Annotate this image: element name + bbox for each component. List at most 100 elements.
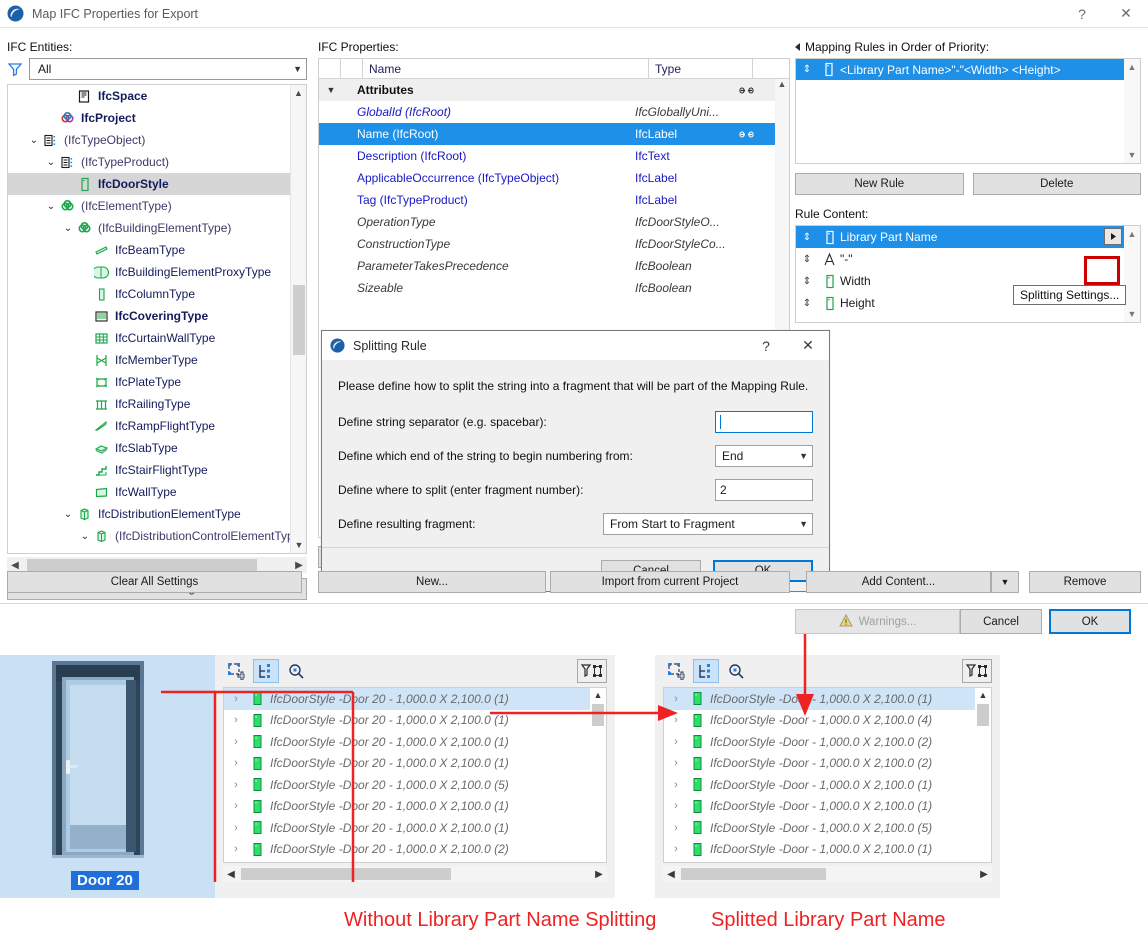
chevron-right-icon[interactable]: › <box>224 779 248 791</box>
scrollbar-thumb[interactable] <box>977 704 989 726</box>
drag-handle-icon[interactable]: ⇕ <box>796 232 818 243</box>
tree-row[interactable]: ⌄ (IfcDistributionControlElementType) <box>8 525 290 547</box>
ok-button[interactable]: OK <box>1049 609 1131 634</box>
delete-rule-button[interactable]: Delete <box>972 173 1141 195</box>
tree-vertical-scrollbar[interactable]: ▲ ▼ <box>290 85 306 553</box>
list-item[interactable]: › IfcDoorStyle - Door - 1,000.0 X 2,100.0… <box>664 710 975 732</box>
scroll-up-arrow-icon[interactable]: ▲ <box>1124 226 1140 242</box>
table-row[interactable]: ApplicableOccurrence (IfcTypeObject) IfcL… <box>319 167 775 189</box>
table-row[interactable]: Name (IfcRoot) IfcLabel <box>319 123 775 145</box>
column-header-type[interactable]: Type <box>649 59 753 78</box>
link-icon[interactable] <box>739 83 775 98</box>
mapping-rule-row[interactable]: ⇕ <Library Part Name>"-"<Width> <Height> <box>796 59 1124 80</box>
scroll-left-arrow-icon[interactable]: ◀ <box>663 869 679 880</box>
chevron-right-icon[interactable]: › <box>664 693 688 705</box>
table-row[interactable]: ▼ Attributes <box>319 79 775 101</box>
column-header-name[interactable]: Name <box>363 59 649 78</box>
scroll-up-arrow-icon[interactable]: ▲ <box>291 85 306 101</box>
remove-button[interactable]: Remove <box>1029 571 1141 593</box>
dialog-help-button[interactable]: ? <box>745 331 787 360</box>
rule-content-row[interactable]: ⇕ "-" <box>796 248 1126 270</box>
list-item[interactable]: › IfcDoorStyle - Door - 1,000.0 X 2,100.0… <box>664 817 975 839</box>
dialog-close-button[interactable]: ✕ <box>787 331 829 360</box>
right-element-list[interactable]: › IfcDoorStyle - Door - 1,000.0 X 2,100.0… <box>663 687 992 863</box>
separator-input[interactable] <box>715 411 813 433</box>
new-button[interactable]: New... <box>318 571 546 593</box>
chevron-down-icon[interactable]: ⌄ <box>44 201 58 212</box>
filter-criteria-icon[interactable] <box>962 659 992 683</box>
rule-content-list[interactable]: ⇕ Library Part Name ⇕ "-" ⇕ Width ⇕ Height ▲ ▼ <box>795 225 1141 323</box>
scroll-up-arrow-icon[interactable]: ▲ <box>1124 59 1140 75</box>
tree-row[interactable]: ⌄ (IfcElementType) <box>8 195 290 217</box>
scroll-down-arrow-icon[interactable]: ▼ <box>291 537 306 553</box>
tree-row[interactable]: IfcPlateType <box>8 371 290 393</box>
tree-row[interactable]: IfcProject <box>8 107 290 129</box>
mapping-rules-list[interactable]: ⇕ <Library Part Name>"-"<Width> <Height> … <box>795 58 1141 164</box>
chevron-down-icon[interactable]: ⌄ <box>78 531 92 542</box>
tree-row[interactable]: IfcSpace <box>8 85 290 107</box>
chevron-right-icon[interactable]: › <box>664 800 688 812</box>
left-list-hscrollbar[interactable]: ◀ ▶ <box>223 866 607 882</box>
scroll-up-arrow-icon[interactable]: ▲ <box>590 688 606 702</box>
import-from-current-project-button[interactable]: Import from current Project <box>550 571 790 593</box>
resulting-fragment-select[interactable]: From Start to Fragment ▼ <box>603 513 813 535</box>
splitting-settings-button[interactable] <box>1104 228 1122 245</box>
tree-row[interactable]: IfcWallType <box>8 481 290 503</box>
table-row[interactable]: ConstructionType IfcDoorStyleCo... <box>319 233 775 255</box>
ifc-entities-tree[interactable]: IfcSpace IfcProject ⌄ (IfcTypeObject) ⌄ (IfcT… <box>7 84 307 554</box>
chevron-down-icon[interactable]: ⌄ <box>61 509 75 520</box>
chevron-right-icon[interactable]: › <box>664 714 688 726</box>
chevron-down-icon[interactable]: ⌄ <box>61 223 75 234</box>
chevron-down-icon[interactable]: ⌄ <box>27 135 41 146</box>
list-item[interactable]: › IfcDoorStyle - Door - 1,000.0 X 2,100.0… <box>664 688 975 710</box>
chevron-right-icon[interactable]: › <box>224 800 248 812</box>
right-list-scrollbar[interactable]: ▲ <box>975 688 991 862</box>
list-item[interactable]: › IfcDoorStyle - Door - 1,000.0 X 2,100.0… <box>664 731 975 753</box>
table-row[interactable]: Tag (IfcTypeProduct) IfcLabel <box>319 189 775 211</box>
collapse-left-icon[interactable] <box>795 43 800 51</box>
hscroll-thumb[interactable] <box>681 868 826 880</box>
chevron-right-icon[interactable]: › <box>664 843 688 855</box>
chevron-right-icon[interactable]: › <box>224 843 248 855</box>
list-item[interactable]: › IfcDoorStyle - Door - 1,000.0 X 2,100.0… <box>664 753 975 775</box>
entities-filter-combo[interactable]: All ▼ <box>29 58 307 80</box>
rules-vertical-scrollbar[interactable]: ▲ ▼ <box>1124 59 1140 163</box>
tree-row[interactable]: IfcSlabType <box>8 437 290 459</box>
search-icon[interactable] <box>723 659 749 683</box>
drag-handle-icon[interactable]: ⇕ <box>796 276 818 287</box>
hscroll-track[interactable] <box>679 867 976 881</box>
tree-row[interactable]: IfcColumnType <box>8 283 290 305</box>
new-rule-button[interactable]: New Rule <box>795 173 964 195</box>
tree-row[interactable]: IfcRampFlightType <box>8 415 290 437</box>
tree-row[interactable]: ⌄ IfcDistributionElementType <box>8 503 290 525</box>
scrollbar-thumb[interactable] <box>293 285 305 355</box>
add-selection-icon[interactable] <box>663 659 689 683</box>
scroll-down-arrow-icon[interactable]: ▼ <box>1124 306 1140 322</box>
add-selection-icon[interactable] <box>223 659 249 683</box>
rule-content-scrollbar[interactable]: ▲ ▼ <box>1124 226 1140 322</box>
list-item[interactable]: › IfcDoorStyle - Door 20 - 1,000.0 X 2,10… <box>224 774 590 796</box>
drag-handle-icon[interactable]: ⇕ <box>796 64 818 75</box>
chevron-down-icon[interactable]: ⌄ <box>44 157 58 168</box>
tree-row[interactable]: ⌄ (IfcTypeProduct) <box>8 151 290 173</box>
help-button[interactable]: ? <box>1060 0 1104 27</box>
table-row[interactable]: Description (IfcRoot) IfcText <box>319 145 775 167</box>
tree-row[interactable]: IfcStairFlightType <box>8 459 290 481</box>
tree-row[interactable]: IfcDoorStyle <box>8 173 290 195</box>
tree-view-icon[interactable] <box>253 659 279 683</box>
hscroll-track[interactable] <box>239 867 591 881</box>
drag-handle-icon[interactable]: ⇕ <box>796 298 818 309</box>
tree-view-icon[interactable] <box>693 659 719 683</box>
filter-criteria-icon[interactable] <box>577 659 607 683</box>
list-item[interactable]: › IfcDoorStyle - Door 20 - 1,000.0 X 2,10… <box>224 688 590 710</box>
scroll-down-arrow-icon[interactable]: ▼ <box>1124 147 1140 163</box>
tree-row[interactable]: IfcBuildingElementProxyType <box>8 261 290 283</box>
link-icon[interactable] <box>739 127 775 142</box>
scroll-right-arrow-icon[interactable]: ▶ <box>591 869 607 880</box>
chevron-right-icon[interactable]: › <box>664 736 688 748</box>
chevron-right-icon[interactable]: › <box>664 822 688 834</box>
chevron-right-icon[interactable]: › <box>224 822 248 834</box>
close-button[interactable]: ✕ <box>1104 0 1148 27</box>
list-item[interactable]: › IfcDoorStyle - Door - 1,000.0 X 2,100.0… <box>664 774 975 796</box>
drag-handle-icon[interactable]: ⇕ <box>796 254 818 265</box>
